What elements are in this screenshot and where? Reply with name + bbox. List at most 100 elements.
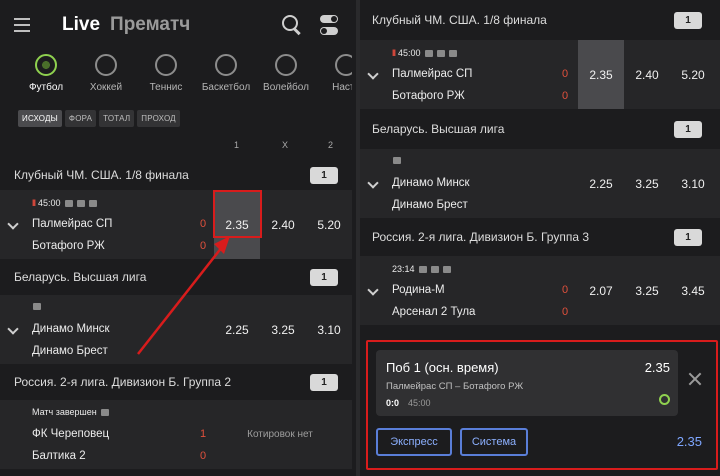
- video-icon: [64, 199, 73, 207]
- chevron-down-icon[interactable]: [367, 177, 379, 189]
- odd-1-button[interactable]: 2.35: [578, 40, 624, 109]
- match-row[interactable]: 23:14 Родина-М Арсенал 2 Тула 0 0 2.07 3…: [360, 256, 720, 325]
- football-icon: [659, 394, 670, 405]
- match-row[interactable]: Матч завершен ФК Череповец Балтика 2 1 0…: [0, 400, 352, 469]
- system-button[interactable]: Система: [460, 428, 528, 456]
- score-home: 1: [200, 428, 207, 440]
- stats-icon: [76, 199, 85, 207]
- chevron-down-icon[interactable]: [367, 284, 379, 296]
- team-away: Динамо Брест: [392, 199, 468, 211]
- odd-2-button[interactable]: 5.20: [306, 190, 352, 259]
- market-filter: ИСХОДЫ ФОРА ТОТАЛ ПРОХОД: [0, 106, 352, 130]
- odd-1-button[interactable]: 2.07: [578, 256, 624, 325]
- team-away: Ботафого РЖ: [392, 90, 465, 102]
- odd-x-button[interactable]: 2.40: [260, 190, 306, 259]
- odd-x-button[interactable]: 3.25: [260, 295, 306, 364]
- football-icon: [35, 54, 57, 76]
- team-home: Палмейрас СП: [392, 68, 473, 80]
- odd-2-button[interactable]: 3.10: [306, 295, 352, 364]
- sport-tennis[interactable]: Теннис: [140, 50, 192, 106]
- sports-bar: Футбол Хоккей Теннис Баскетбол Волейбол …: [0, 50, 352, 106]
- pause-icon: II: [392, 48, 396, 58]
- bet-slip-card[interactable]: Поб 1 (осн. время) 2.35 Палмейрас СП – Б…: [376, 350, 678, 416]
- chevron-down-icon[interactable]: [367, 68, 379, 80]
- odd-2-button[interactable]: 3.45: [670, 256, 716, 325]
- sport-football[interactable]: Футбол: [20, 50, 72, 106]
- no-odds-label: Котировок нет: [247, 429, 313, 440]
- score-home: 0: [200, 218, 207, 230]
- tennis-icon: [155, 54, 177, 76]
- stats-icon: [436, 49, 445, 57]
- chevron-down-icon[interactable]: [7, 218, 19, 230]
- score-home: 0: [562, 68, 569, 80]
- col-2: 2: [328, 140, 334, 150]
- match-row[interactable]: Динамо Минск Динамо Брест 2.25 3.25 3.10: [0, 295, 352, 364]
- bet-total-odd: 2.35: [676, 434, 702, 449]
- league-header[interactable]: Россия. 2-я лига. Дивизион Б. Группа 2 1: [0, 364, 352, 400]
- league-count-badge: 1: [674, 121, 702, 138]
- tab-live[interactable]: Live: [62, 14, 100, 36]
- info-icon: [448, 49, 457, 57]
- odd-2-button[interactable]: 5.20: [670, 40, 716, 109]
- league-header[interactable]: Россия. 2-я лига. Дивизион Б. Группа 3 1: [360, 218, 720, 256]
- odd-x-button[interactable]: 2.40: [624, 40, 670, 109]
- team-home: Динамо Минск: [32, 323, 110, 335]
- right-panel: Клубный ЧМ. США. 1/8 финала 1 II 45:00 Па…: [356, 0, 720, 476]
- team-away: Арсенал 2 Тула: [392, 306, 476, 318]
- league-header[interactable]: Беларусь. Высшая лига 1: [360, 109, 720, 149]
- info-icon: [442, 265, 451, 273]
- league-header[interactable]: Беларусь. Высшая лига 1: [0, 259, 352, 295]
- pause-icon: II: [32, 198, 36, 208]
- score-away: 0: [562, 306, 569, 318]
- basketball-icon: [215, 54, 237, 76]
- sport-volleyball[interactable]: Волейбол: [260, 50, 312, 106]
- stats-icon: [100, 408, 109, 416]
- info-icon: [88, 199, 97, 207]
- sport-basketball[interactable]: Баскетбол: [200, 50, 252, 106]
- close-icon[interactable]: [688, 372, 702, 386]
- league-count-badge: 1: [310, 269, 338, 286]
- settings-toggle-icon[interactable]: [320, 15, 338, 35]
- match-row[interactable]: II 45:00 Палмейрас СП Ботафого РЖ 0 0 2.3…: [0, 190, 352, 259]
- chip-pass[interactable]: ПРОХОД: [137, 109, 180, 127]
- chevron-down-icon[interactable]: [7, 323, 19, 335]
- score-home: 0: [562, 284, 569, 296]
- stats-icon: [33, 303, 41, 310]
- chip-handicap[interactable]: ФОРА: [64, 109, 97, 127]
- match-row[interactable]: II 45:00 Палмейрас СП Ботафого РЖ 0 0 2.3…: [360, 40, 720, 109]
- col-x: X: [282, 140, 289, 150]
- chip-total[interactable]: ТОТАЛ: [99, 109, 135, 127]
- sport-hockey[interactable]: Хоккей: [80, 50, 132, 106]
- menu-icon[interactable]: [14, 18, 30, 32]
- team-away: Ботафого РЖ: [32, 240, 105, 252]
- odd-2-button[interactable]: 3.10: [670, 149, 716, 218]
- chip-outcomes[interactable]: ИСХОДЫ: [18, 109, 62, 127]
- score-away: 0: [562, 90, 569, 102]
- match-row[interactable]: Динамо Минск Динамо Брест 2.25 3.25 3.10: [360, 149, 720, 218]
- express-button[interactable]: Экспресс: [376, 428, 452, 456]
- bet-slip: Поб 1 (осн. время) 2.35 Палмейрас СП – Б…: [366, 340, 718, 470]
- odds-column-header: 1 X 2: [0, 130, 352, 160]
- league-header[interactable]: Клубный ЧМ. США. 1/8 финала 1: [360, 0, 720, 40]
- team-away: Динамо Брест: [32, 345, 108, 357]
- volleyball-icon: [275, 54, 297, 76]
- bet-market: Поб 1 (осн. время): [386, 360, 499, 375]
- video-icon: [418, 265, 427, 273]
- odd-x-button[interactable]: 3.25: [624, 256, 670, 325]
- sport-table-tennis[interactable]: Насто: [320, 50, 352, 106]
- left-panel: Live Прематч Футбол Хоккей Теннис Баскет…: [0, 0, 352, 476]
- tab-prematch[interactable]: Прематч: [110, 14, 190, 36]
- odd-1-button[interactable]: 2.25: [578, 149, 624, 218]
- stats-icon: [430, 265, 439, 273]
- search-icon[interactable]: [282, 15, 302, 35]
- odd-x-button[interactable]: 3.25: [624, 149, 670, 218]
- team-home: Родина-М: [392, 284, 445, 296]
- team-home: ФК Череповец: [32, 428, 110, 440]
- score-away: 0: [200, 240, 207, 252]
- hockey-icon: [95, 54, 117, 76]
- table-tennis-icon: [335, 54, 352, 76]
- odd-1-button[interactable]: 2.25: [214, 295, 260, 364]
- league-count-badge: 1: [674, 229, 702, 246]
- top-bar: Live Прематч: [0, 0, 352, 50]
- league-header[interactable]: Клубный ЧМ. США. 1/8 финала 1: [0, 160, 352, 190]
